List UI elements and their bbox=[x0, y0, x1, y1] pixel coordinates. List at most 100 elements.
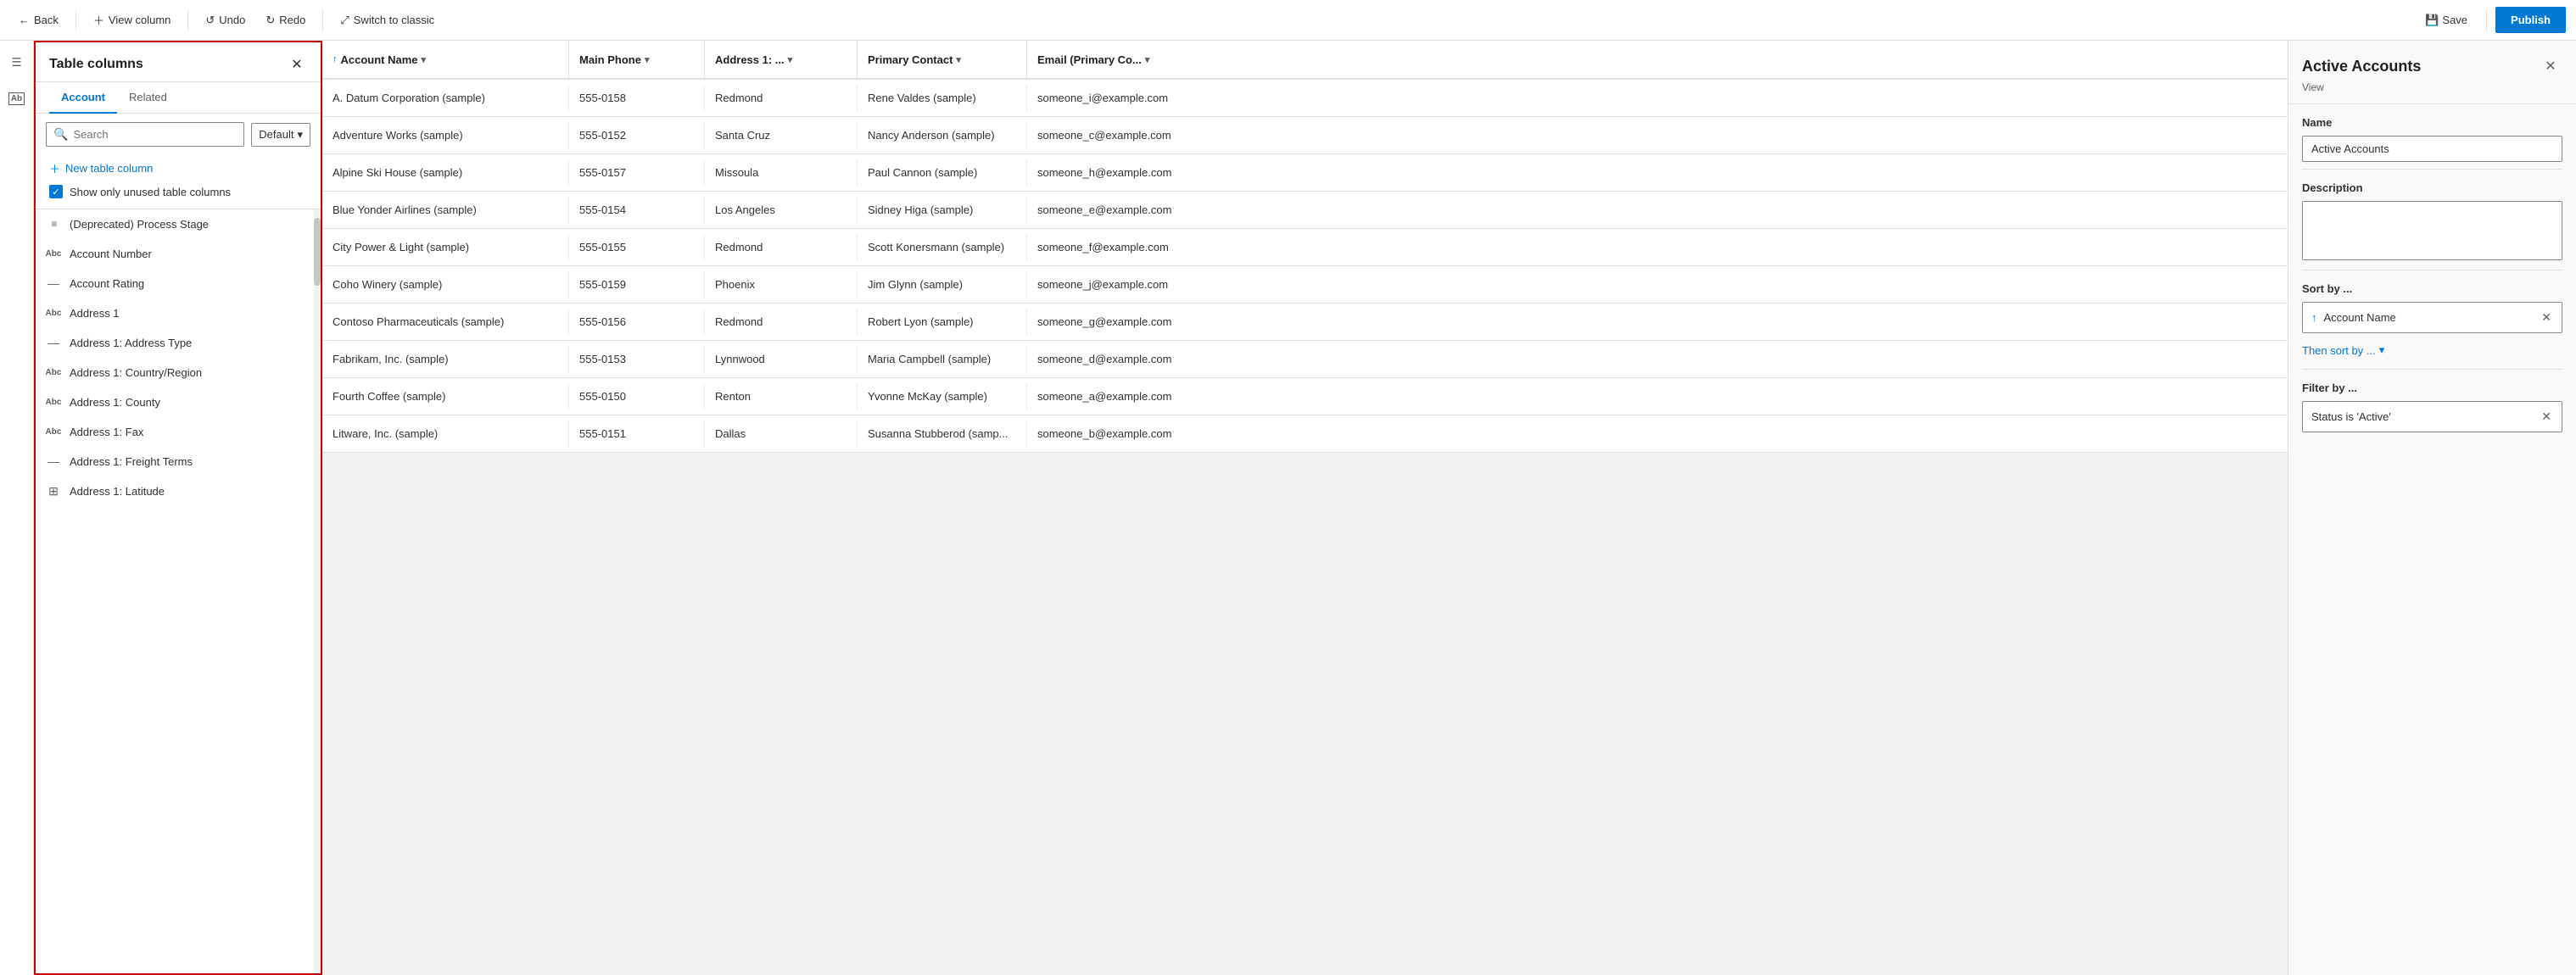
column-list: ≡ (Deprecated) Process Stage Abc Account… bbox=[36, 209, 321, 973]
undo-button[interactable]: ↺ Undo bbox=[197, 8, 254, 32]
grid-col-header-1[interactable]: Main Phone▾ bbox=[568, 41, 704, 78]
column-list-item[interactable]: — Address 1: Freight Terms bbox=[36, 447, 321, 476]
name-section: Name bbox=[2288, 104, 2576, 169]
view-column-button[interactable]: ＋ View column bbox=[85, 7, 179, 33]
text-field-icon: Ab bbox=[8, 92, 25, 105]
table-row[interactable]: Litware, Inc. (sample) 555-0151 Dallas S… bbox=[322, 415, 2288, 453]
column-type-icon: ≡ bbox=[46, 216, 61, 231]
sort-item-left: ↑ Account Name bbox=[2311, 311, 2396, 324]
columns-panel-close-button[interactable]: ✕ bbox=[287, 54, 307, 75]
column-list-item[interactable]: Abc Address 1: Fax bbox=[36, 417, 321, 447]
grid-col-header-3[interactable]: Primary Contact▾ bbox=[857, 41, 1026, 78]
back-icon: ← bbox=[19, 14, 30, 26]
menu-button[interactable]: ☰ bbox=[3, 49, 31, 76]
filter-section: Filter by ... Status is 'Active' ✕ bbox=[2288, 370, 2576, 444]
table-row[interactable]: Alpine Ski House (sample) 555-0157 Misso… bbox=[322, 154, 2288, 192]
sort-remove-icon: ✕ bbox=[2541, 310, 2551, 324]
text-icon-button[interactable]: Ab bbox=[3, 85, 31, 112]
cell-account: Fourth Coffee (sample) bbox=[322, 383, 568, 410]
search-row: 🔍 Default ▾ bbox=[36, 114, 321, 152]
cell-address: Redmond bbox=[704, 234, 857, 260]
table-row[interactable]: Blue Yonder Airlines (sample) 555-0154 L… bbox=[322, 192, 2288, 229]
cell-phone: 555-0159 bbox=[568, 271, 704, 298]
grid-col-header-2[interactable]: Address 1: ...▾ bbox=[704, 41, 857, 78]
cell-contact: Nancy Anderson (sample) bbox=[857, 122, 1026, 148]
column-item-label: Address 1: Country/Region bbox=[70, 366, 202, 379]
column-item-label: Address 1 bbox=[70, 307, 120, 320]
column-type-icon: — bbox=[46, 276, 61, 291]
col-header-label: Primary Contact bbox=[868, 53, 953, 66]
column-list-item[interactable]: Abc Account Number bbox=[36, 239, 321, 269]
cell-address: Phoenix bbox=[704, 271, 857, 298]
cell-phone: 555-0150 bbox=[568, 383, 704, 410]
default-dropdown[interactable]: Default ▾ bbox=[251, 123, 310, 147]
column-list-item[interactable]: ⊞ Address 1: Latitude bbox=[36, 476, 321, 506]
panel-actions: ＋ New table column Show only unused tabl… bbox=[36, 152, 321, 209]
cell-phone: 555-0151 bbox=[568, 421, 704, 447]
columns-panel: Table columns ✕ Account Related 🔍 Defaul… bbox=[34, 41, 322, 975]
table-row[interactable]: Fabrikam, Inc. (sample) 555-0153 Lynnwoo… bbox=[322, 341, 2288, 378]
table-row[interactable]: Fourth Coffee (sample) 555-0150 Renton Y… bbox=[322, 378, 2288, 415]
cell-address: Redmond bbox=[704, 309, 857, 335]
right-panel-header: Active Accounts ✕ bbox=[2288, 41, 2576, 81]
chevron-down-icon: ▾ bbox=[788, 54, 793, 65]
column-list-item[interactable]: Abc Address 1: Country/Region bbox=[36, 358, 321, 387]
column-item-label: (Deprecated) Process Stage bbox=[70, 218, 209, 231]
show-unused-checkbox[interactable] bbox=[49, 185, 63, 198]
column-list-item[interactable]: Abc Address 1 bbox=[36, 298, 321, 328]
tab-account-label: Account bbox=[61, 91, 105, 103]
name-input[interactable] bbox=[2302, 136, 2562, 162]
column-list-item[interactable]: ≡ (Deprecated) Process Stage bbox=[36, 209, 321, 239]
then-sort-label: Then sort by ... bbox=[2302, 344, 2376, 357]
columns-panel-title: Table columns bbox=[49, 57, 143, 72]
sort-item: ↑ Account Name ✕ bbox=[2302, 302, 2562, 333]
filter-item-remove-button[interactable]: ✕ bbox=[2540, 408, 2553, 426]
cell-address: Santa Cruz bbox=[704, 122, 857, 148]
column-type-icon: — bbox=[46, 335, 61, 350]
table-row[interactable]: Coho Winery (sample) 555-0159 Phoenix Ji… bbox=[322, 266, 2288, 304]
new-column-button[interactable]: ＋ New table column bbox=[46, 155, 156, 181]
separator-3 bbox=[322, 10, 323, 31]
sort-item-remove-button[interactable]: ✕ bbox=[2540, 309, 2553, 326]
panel-tabs: Account Related bbox=[36, 82, 321, 114]
tab-account[interactable]: Account bbox=[49, 82, 117, 114]
show-unused-label: Show only unused table columns bbox=[70, 186, 231, 198]
back-button[interactable]: ← Back bbox=[10, 8, 67, 31]
close-icon: ✕ bbox=[291, 56, 302, 73]
table-row[interactable]: Contoso Pharmaceuticals (sample) 555-015… bbox=[322, 304, 2288, 341]
right-panel-close-button[interactable]: ✕ bbox=[2539, 54, 2562, 78]
search-box[interactable]: 🔍 bbox=[46, 122, 244, 147]
scrollbar-thumb[interactable] bbox=[314, 218, 321, 286]
description-textarea[interactable] bbox=[2302, 201, 2562, 260]
new-column-label: New table column bbox=[65, 162, 153, 175]
table-row[interactable]: Adventure Works (sample) 555-0152 Santa … bbox=[322, 117, 2288, 154]
cell-account: Litware, Inc. (sample) bbox=[322, 421, 568, 447]
grid-body: A. Datum Corporation (sample) 555-0158 R… bbox=[322, 80, 2288, 975]
table-row[interactable]: City Power & Light (sample) 555-0155 Red… bbox=[322, 229, 2288, 266]
then-sort-button[interactable]: Then sort by ... ▾ bbox=[2302, 338, 2384, 362]
tab-related-label: Related bbox=[129, 91, 167, 103]
cell-address: Renton bbox=[704, 383, 857, 410]
column-list-item[interactable]: — Address 1: Address Type bbox=[36, 328, 321, 358]
column-type-icon: Abc bbox=[46, 424, 61, 439]
save-button[interactable]: 💾 Save bbox=[2415, 8, 2478, 32]
search-input[interactable] bbox=[73, 128, 237, 141]
cell-contact: Robert Lyon (sample) bbox=[857, 309, 1026, 335]
column-type-icon: — bbox=[46, 454, 61, 469]
publish-button[interactable]: Publish bbox=[2495, 7, 2566, 33]
save-label: Save bbox=[2442, 14, 2467, 26]
col-header-label: Address 1: ... bbox=[715, 53, 785, 66]
redo-button[interactable]: ↻ Redo bbox=[257, 8, 314, 32]
cell-contact: Paul Cannon (sample) bbox=[857, 159, 1026, 186]
grid-col-header-4[interactable]: Email (Primary Co...▾ bbox=[1026, 41, 1204, 78]
column-list-item[interactable]: — Account Rating bbox=[36, 269, 321, 298]
undo-icon: ↺ bbox=[205, 14, 215, 27]
grid-col-header-0[interactable]: ↑Account Name▾ bbox=[322, 41, 568, 78]
table-row[interactable]: A. Datum Corporation (sample) 555-0158 R… bbox=[322, 80, 2288, 117]
tab-related[interactable]: Related bbox=[117, 82, 179, 114]
column-list-item[interactable]: Abc Address 1: County bbox=[36, 387, 321, 417]
switch-classic-button[interactable]: ⤢ Switch to classic bbox=[332, 8, 443, 32]
cell-phone: 555-0156 bbox=[568, 309, 704, 335]
show-unused-row[interactable]: Show only unused table columns bbox=[46, 181, 310, 202]
save-icon: 💾 bbox=[2425, 14, 2439, 27]
